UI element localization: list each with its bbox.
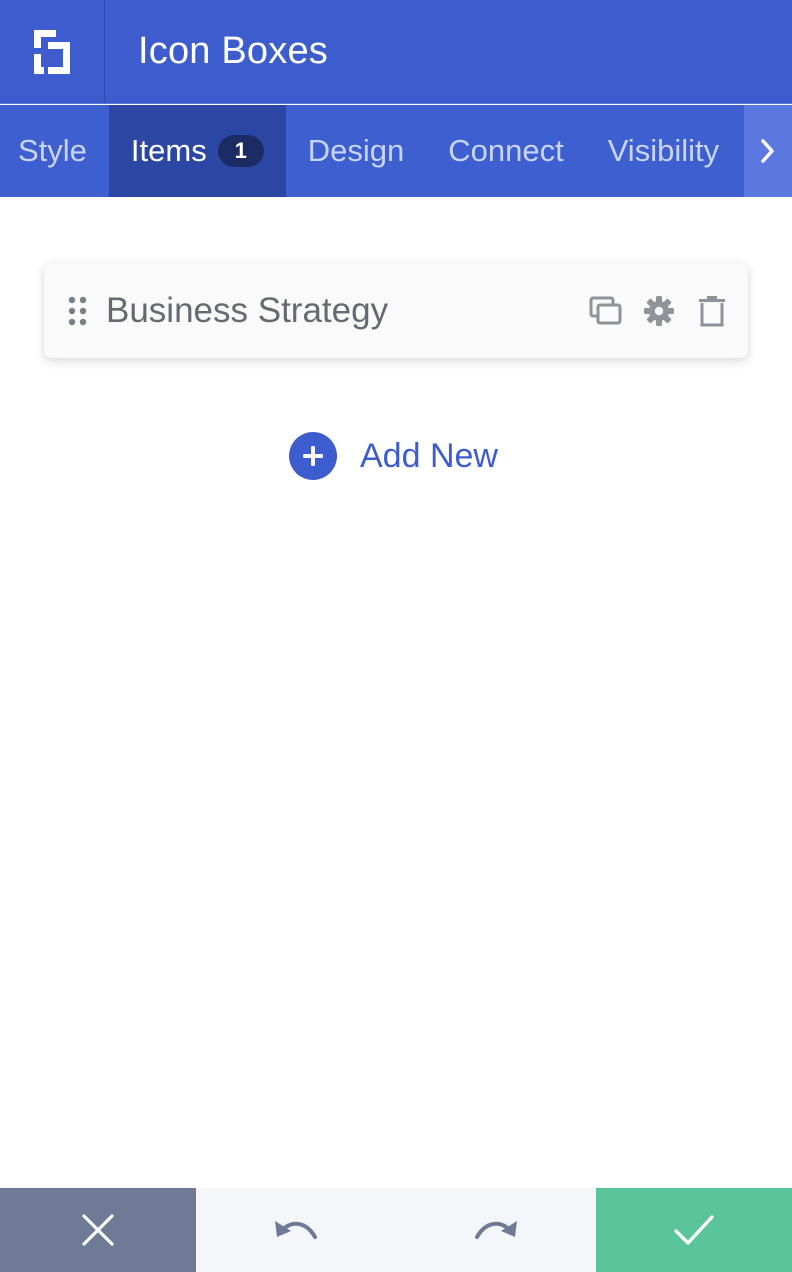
tab-label: Connect — [448, 133, 564, 168]
list-item[interactable]: Business Strategy — [44, 263, 748, 358]
duplicate-button[interactable] — [588, 293, 624, 329]
items-panel: Business Strategy Add New — [0, 197, 792, 1188]
tab-label: Items — [130, 133, 207, 168]
cancel-button[interactable] — [0, 1188, 196, 1272]
tab-label: Style — [18, 133, 87, 168]
tab-label: Visibility — [607, 133, 720, 168]
logo[interactable] — [0, 0, 105, 103]
check-icon — [674, 1215, 714, 1245]
tab-bar: Style Items 1 Design Connect Visibility — [0, 105, 792, 197]
builder-logo-icon — [34, 29, 70, 74]
plus-circle-icon — [289, 432, 337, 480]
delete-button[interactable] — [694, 293, 730, 329]
panel-header: Icon Boxes — [0, 0, 792, 104]
tab-design[interactable]: Design — [286, 105, 427, 197]
trash-icon — [699, 296, 725, 327]
settings-icon — [644, 296, 674, 326]
close-icon — [82, 1214, 114, 1246]
item-settings-button[interactable] — [641, 293, 677, 329]
undo-icon — [275, 1221, 317, 1239]
duplicate-icon — [589, 296, 622, 325]
redo-button[interactable] — [396, 1188, 596, 1272]
chevron-right-icon — [761, 139, 774, 163]
item-actions — [588, 293, 730, 329]
drag-handle-icon[interactable] — [68, 296, 88, 326]
save-button[interactable] — [596, 1188, 792, 1272]
undo-button[interactable] — [196, 1188, 396, 1272]
tab-scroll-right-button[interactable] — [744, 105, 792, 197]
redo-icon — [475, 1221, 517, 1239]
tab-style[interactable]: Style — [0, 105, 109, 197]
panel-title: Icon Boxes — [138, 30, 328, 72]
add-new-label: Add New — [360, 436, 498, 475]
tab-label: Design — [307, 133, 405, 168]
tab-items[interactable]: Items 1 — [108, 105, 286, 197]
item-label: Business Strategy — [106, 291, 389, 330]
tab-connect[interactable]: Connect — [426, 105, 585, 197]
tab-visibility[interactable]: Visibility — [586, 105, 719, 197]
items-count-badge: 1 — [217, 135, 264, 167]
add-new-button[interactable]: Add New — [289, 432, 498, 480]
footer-toolbar — [0, 1188, 792, 1272]
